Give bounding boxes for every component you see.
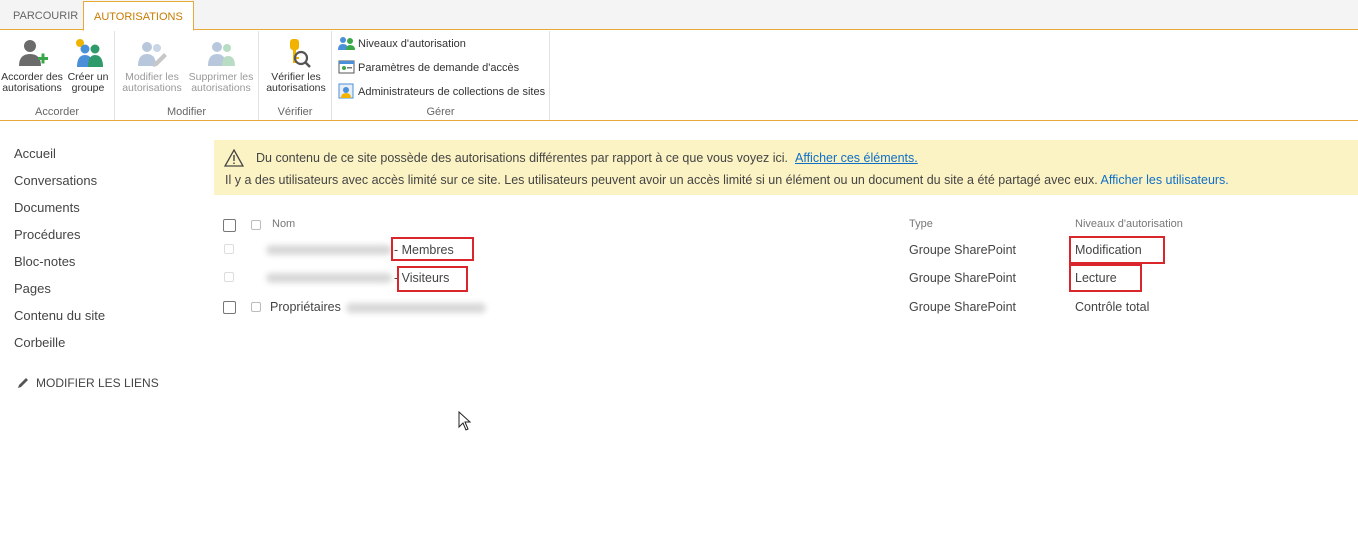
- create-group-line2: groupe: [71, 82, 105, 94]
- banner-line-2: Il y a des utilisateurs avec accès limit…: [225, 173, 1229, 187]
- remove-permissions-button[interactable]: Supprimer les autorisations: [187, 37, 255, 94]
- permission-levels-icon: [338, 37, 355, 50]
- header-type-checkbox[interactable]: [251, 220, 261, 230]
- ribbon-group-modify-label: Modifier: [166, 106, 207, 118]
- banner-line1-text: Du contenu de ce site possède des autori…: [256, 151, 789, 165]
- highlight-box: [397, 266, 468, 292]
- create-group-icon: [76, 39, 103, 67]
- nav-item-recycle-bin[interactable]: Corbeille: [14, 335, 105, 362]
- row-permission-level: Contrôle total: [1075, 300, 1150, 314]
- row-checkbox[interactable]: [224, 272, 234, 282]
- ribbon-group-check: Vérifier les autorisations Vérifier: [259, 31, 332, 120]
- nav-item-home[interactable]: Accueil: [14, 146, 105, 173]
- key-search-icon: [290, 39, 311, 68]
- check-button-line2: autorisations: [266, 82, 326, 94]
- left-navigation: Accueil Conversations Documents Procédur…: [14, 146, 105, 362]
- column-header-type[interactable]: Type: [909, 218, 933, 230]
- highlight-box: [1069, 264, 1142, 292]
- group-name-owners[interactable]: Propriétaires: [270, 300, 341, 314]
- ribbon-group-grant: Accorder des autorisations Créer un grou…: [0, 31, 115, 120]
- show-users-link[interactable]: Afficher les utilisateurs.: [1100, 173, 1228, 187]
- nav-item-documents[interactable]: Documents: [14, 200, 105, 227]
- edit-links-button[interactable]: MODIFIER LES LIENS: [16, 376, 159, 390]
- edit-links-label: MODIFIER LES LIENS: [36, 376, 159, 390]
- column-header-permission-level[interactable]: Niveaux d'autorisation: [1075, 218, 1183, 230]
- tab-browse[interactable]: PARCOURIR: [3, 2, 88, 30]
- check-permissions-button[interactable]: Vérifier les autorisations: [262, 37, 330, 94]
- nav-item-notebook[interactable]: Bloc-notes: [14, 254, 105, 281]
- warning-icon: [224, 149, 244, 167]
- ribbon-group-manage-label: Gérer: [426, 106, 455, 118]
- ribbon-tab-bar: PARCOURIR AUTORISATIONS: [0, 0, 1358, 31]
- ribbon-group-grant-label: Accorder: [34, 106, 80, 118]
- row-checkbox[interactable]: [223, 301, 236, 314]
- create-group-button[interactable]: Créer un groupe: [64, 37, 112, 94]
- blurred-site-name: [346, 303, 486, 313]
- banner-line-1: Du contenu de ce site possède des autori…: [256, 151, 918, 165]
- nav-item-site-contents[interactable]: Contenu du site: [14, 308, 105, 335]
- site-collection-admins-button[interactable]: Administrateurs de collections de sites: [338, 83, 545, 100]
- grant-button-line2: autorisations: [2, 82, 62, 94]
- blurred-site-name: [266, 273, 392, 283]
- show-items-link[interactable]: Afficher ces éléments.: [795, 151, 918, 165]
- nav-item-conversations[interactable]: Conversations: [14, 173, 105, 200]
- row-type: Groupe SharePoint: [909, 243, 1017, 257]
- banner-line2-text: Il y a des utilisateurs avec accès limit…: [225, 173, 1098, 187]
- row-checkbox[interactable]: [224, 244, 234, 254]
- warning-banner: Du contenu de ce site possède des autori…: [214, 140, 1358, 195]
- mouse-cursor-icon: [458, 411, 472, 431]
- tab-permissions[interactable]: AUTORISATIONS: [83, 1, 194, 31]
- blurred-site-name: [266, 245, 392, 255]
- ribbon-group-manage: Niveaux d'autorisation Paramètres de dem…: [332, 31, 550, 120]
- select-all-checkbox[interactable]: [223, 219, 236, 232]
- grant-permissions-button[interactable]: Accorder des autorisations: [0, 37, 64, 94]
- row-type: Groupe SharePoint: [909, 271, 1017, 285]
- access-request-settings-label: Paramètres de demande d'accès: [358, 61, 520, 74]
- pencil-icon: [18, 378, 28, 388]
- highlight-box: [1069, 236, 1165, 264]
- user-add-icon: [19, 40, 48, 66]
- highlight-box: [391, 237, 474, 261]
- remove-button-line2: autorisations: [191, 82, 251, 94]
- nav-item-procedures[interactable]: Procédures: [14, 227, 105, 254]
- permission-levels-button[interactable]: Niveaux d'autorisation: [338, 35, 466, 52]
- remove-users-icon: [208, 42, 235, 66]
- row-item-checkbox[interactable]: [251, 302, 261, 312]
- permission-levels-label: Niveaux d'autorisation: [358, 37, 466, 50]
- site-collection-admins-label: Administrateurs de collections de sites: [358, 85, 546, 98]
- edit-users-icon: [138, 42, 167, 67]
- column-header-name[interactable]: Nom: [272, 218, 295, 230]
- site-admins-icon: [338, 83, 354, 99]
- ribbon: Accorder des autorisations Créer un grou…: [0, 31, 1358, 121]
- ribbon-group-modify: Modifier les autorisations Supprimer les…: [115, 31, 259, 120]
- row-type: Groupe SharePoint: [909, 300, 1017, 314]
- nav-item-pages[interactable]: Pages: [14, 281, 105, 308]
- edit-permissions-button[interactable]: Modifier les autorisations: [119, 37, 185, 94]
- access-request-settings-button[interactable]: Paramètres de demande d'accès: [338, 59, 519, 76]
- ribbon-group-check-label: Vérifier: [277, 106, 313, 118]
- access-request-icon: [338, 60, 355, 74]
- edit-button-line2: autorisations: [122, 82, 182, 94]
